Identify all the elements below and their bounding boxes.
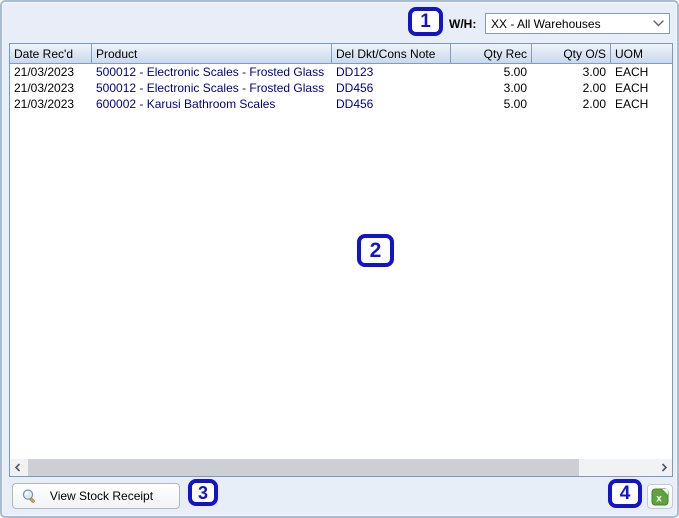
horizontal-scrollbar[interactable] [10, 459, 672, 476]
chevron-left-icon[interactable] [10, 459, 26, 476]
column-header-product[interactable]: Product [92, 44, 332, 63]
column-header-qty-os[interactable]: Qty O/S [532, 44, 611, 63]
grid-header-row: Date Rec'd Product Del Dkt/Cons Note Qty… [10, 44, 672, 64]
cell-date-recd: 21/03/2023 [10, 80, 92, 96]
cell-qty-os: 2.00 [532, 80, 611, 96]
cell-qty-rec: 3.00 [451, 80, 532, 96]
cell-del-note: DD123 [332, 64, 451, 80]
cell-date-recd: 21/03/2023 [10, 96, 92, 112]
annotation-badge-3: 3 [188, 479, 218, 506]
warehouse-label: W/H: [449, 17, 476, 31]
table-row[interactable]: 21/03/2023 500012 - Electronic Scales - … [10, 80, 672, 96]
cell-qty-os: 3.00 [532, 64, 611, 80]
cell-del-note: DD456 [332, 96, 451, 112]
cell-qty-rec: 5.00 [451, 64, 532, 80]
excel-export-button[interactable]: x [647, 484, 673, 509]
column-header-date-recd[interactable]: Date Rec'd [10, 44, 92, 63]
warehouse-dropdown-value: XX - All Warehouses [491, 17, 601, 31]
chevron-down-icon [653, 20, 664, 27]
annotation-badge-2: 2 [357, 234, 394, 267]
cell-qty-rec: 5.00 [451, 96, 532, 112]
cell-uom: EACH [611, 64, 672, 80]
annotation-badge-1: 1 [408, 7, 443, 36]
table-row[interactable]: 21/03/2023 500012 - Electronic Scales - … [10, 64, 672, 80]
stock-receipts-grid: Date Rec'd Product Del Dkt/Cons Note Qty… [9, 43, 673, 477]
cell-product[interactable]: 500012 - Electronic Scales - Frosted Gla… [92, 80, 332, 96]
cell-qty-os: 2.00 [532, 96, 611, 112]
cell-del-note: DD456 [332, 80, 451, 96]
scrollbar-track[interactable] [26, 459, 656, 476]
cell-product[interactable]: 500012 - Electronic Scales - Frosted Gla… [92, 64, 332, 80]
chevron-right-icon[interactable] [656, 459, 672, 476]
cell-product[interactable]: 600002 - Karusi Bathroom Scales [92, 96, 332, 112]
view-stock-receipt-label: View Stock Receipt [38, 489, 179, 503]
svg-text:x: x [656, 493, 662, 504]
cell-uom: EACH [611, 96, 672, 112]
stock-receipts-window: 1 W/H: XX - All Warehouses Date Rec'd Pr… [0, 0, 679, 518]
cell-date-recd: 21/03/2023 [10, 64, 92, 80]
table-row[interactable]: 21/03/2023 600002 - Karusi Bathroom Scal… [10, 96, 672, 112]
magnifier-icon [21, 488, 38, 505]
view-stock-receipt-button[interactable]: View Stock Receipt [12, 483, 180, 509]
scrollbar-thumb[interactable] [28, 459, 579, 476]
column-header-del-note[interactable]: Del Dkt/Cons Note [332, 44, 451, 63]
cell-uom: EACH [611, 80, 672, 96]
column-header-uom[interactable]: UOM [611, 44, 672, 63]
excel-export-icon: x [651, 488, 669, 506]
annotation-badge-4: 4 [608, 479, 642, 508]
column-header-qty-rec[interactable]: Qty Rec [451, 44, 532, 63]
warehouse-dropdown[interactable]: XX - All Warehouses [485, 13, 670, 34]
